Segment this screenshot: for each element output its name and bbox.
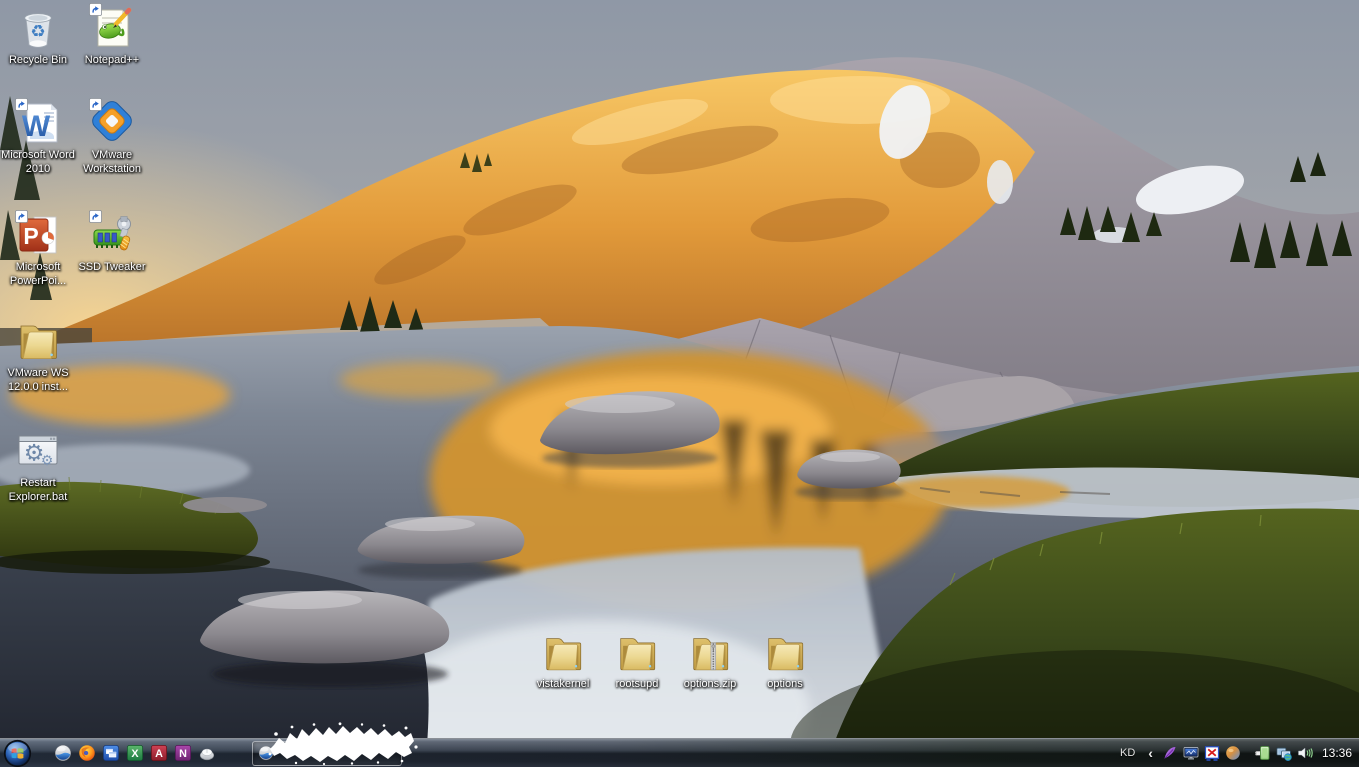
- tray-expand-chevron[interactable]: ‹: [1148, 746, 1153, 760]
- quick-launch-cascade-windows[interactable]: [102, 744, 120, 762]
- icon-label: Microsoft Word 2010: [1, 149, 75, 177]
- icon-label: Restart Explorer.bat: [1, 477, 75, 505]
- icon-label: Microsoft PowerPoi...: [1, 261, 75, 289]
- planet-icon[interactable]: [1225, 745, 1241, 761]
- taskbar-clock[interactable]: 13:36: [1322, 746, 1352, 760]
- firefox-icon: [78, 744, 96, 762]
- icon-label: Recycle Bin: [1, 54, 75, 68]
- svg-text:N: N: [179, 748, 187, 760]
- volume-icon[interactable]: [1297, 745, 1313, 761]
- access-icon: A: [150, 744, 168, 762]
- mouse-utility-icon: [198, 744, 216, 762]
- quick-launch-bar: X A N: [54, 744, 216, 762]
- svg-text:X: X: [131, 748, 139, 760]
- quick-launch-access[interactable]: A: [150, 744, 168, 762]
- excel-icon: X: [126, 744, 144, 762]
- svg-text:A: A: [155, 748, 163, 760]
- folder-icon: [614, 630, 660, 676]
- desktop-folder-options-zip[interactable]: options.zip: [674, 630, 746, 690]
- red-x-icon[interactable]: [1204, 745, 1220, 761]
- notepad-plus-plus-icon: [88, 4, 136, 52]
- network-icon[interactable]: [1276, 745, 1292, 761]
- sphere-app-icon: [54, 744, 72, 762]
- sphere-app-icon: [258, 745, 274, 761]
- folder-icon: [762, 630, 808, 676]
- desktop-icon-recycle-bin[interactable]: ♻ Recycle Bin: [1, 4, 75, 68]
- quill-icon[interactable]: [1162, 745, 1178, 761]
- taskbar-window-button[interactable]: [252, 741, 402, 766]
- icon-label: Notepad++: [75, 54, 149, 68]
- desktop: ♻ Recycle Bin Notepad++: [0, 0, 1359, 767]
- icon-label: options: [749, 678, 821, 690]
- folder-icon: [540, 630, 586, 676]
- vmware-icon: [88, 99, 136, 147]
- icon-label: VMware WS 12.0.0 inst...: [1, 367, 75, 395]
- desktop-folder-rootsupd[interactable]: rootsupd: [601, 630, 673, 690]
- shortcut-arrow-icon: [89, 210, 137, 258]
- desktop-icon-restart-explorer-bat[interactable]: ⚙ ⚙ Restart Explorer.bat: [1, 427, 75, 505]
- zip-folder-icon: [687, 630, 733, 676]
- language-indicator[interactable]: KD: [1120, 747, 1135, 759]
- quick-launch-mouse-utility[interactable]: [198, 744, 216, 762]
- quick-launch-onenote[interactable]: N: [174, 744, 192, 762]
- remote-display-icon[interactable]: [1183, 745, 1199, 761]
- taskbar: X A N: [0, 738, 1359, 767]
- folder-icon: [14, 317, 62, 365]
- icon-label: options.zip: [674, 678, 746, 690]
- start-button[interactable]: [3, 739, 32, 767]
- shortcut-arrow-icon: [89, 3, 137, 51]
- icon-label: VMware Workstation: [75, 149, 149, 177]
- quick-launch-excel[interactable]: X: [126, 744, 144, 762]
- shortcut-arrow-icon: [89, 98, 137, 146]
- desktop-icon-notepad-plus-plus[interactable]: Notepad++: [75, 4, 149, 68]
- batch-file-icon: ⚙ ⚙: [14, 427, 62, 475]
- desktop-folder-vistakernel[interactable]: vistakernel: [527, 630, 599, 690]
- word-icon: W: [14, 99, 62, 147]
- shortcut-arrow-icon: [15, 98, 63, 146]
- ssd-tweaker-icon: [88, 211, 136, 259]
- desktop-icon-ssd-tweaker[interactable]: SSD Tweaker: [75, 211, 149, 275]
- recycle-bin-icon: ♻: [14, 4, 62, 52]
- quick-launch-sphere-app[interactable]: [54, 744, 72, 762]
- icon-label: SSD Tweaker: [75, 261, 149, 275]
- cascade-windows-icon: [102, 744, 120, 762]
- svg-text:♻: ♻: [30, 22, 45, 41]
- icon-label: vistakernel: [527, 678, 599, 690]
- icon-label: rootsupd: [601, 678, 673, 690]
- desktop-icon-vmware-ws-folder[interactable]: VMware WS 12.0.0 inst...: [1, 317, 75, 395]
- powerpoint-icon: P: [14, 211, 62, 259]
- desktop-icon-word[interactable]: W Microsoft Word 2010: [1, 99, 75, 177]
- removable-device-icon[interactable]: [1255, 745, 1271, 761]
- desktop-icon-powerpoint[interactable]: P Microsoft PowerPoi...: [1, 211, 75, 289]
- quick-launch-firefox[interactable]: [78, 744, 96, 762]
- desktop-icon-vmware-workstation[interactable]: VMware Workstation: [75, 99, 149, 177]
- shortcut-arrow-icon: [15, 210, 63, 258]
- desktop-folder-options[interactable]: options: [749, 630, 821, 690]
- system-tray: KD ‹: [1120, 745, 1359, 761]
- svg-text:⚙: ⚙: [41, 452, 54, 468]
- onenote-icon: N: [174, 744, 192, 762]
